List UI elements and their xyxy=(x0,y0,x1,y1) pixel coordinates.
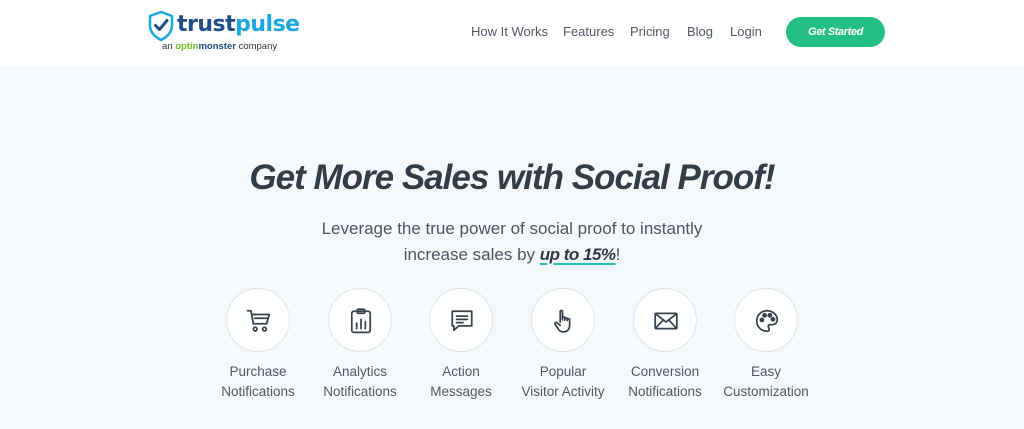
feature-icon-circle xyxy=(734,288,798,352)
feature-label-line1: Conversion xyxy=(630,364,700,379)
logo-tagline: an optinmonster company xyxy=(162,41,277,53)
trustpulse-logo[interactable]: trustpulse an optinmonster company xyxy=(148,9,300,55)
feature-icon-circle xyxy=(429,288,493,352)
feature-label-line2: Messages xyxy=(430,384,492,399)
feature-label-line1: Purchase xyxy=(229,364,287,379)
nav-features[interactable]: Features xyxy=(563,23,614,41)
palette-icon xyxy=(755,309,779,333)
tagline-brand1: optin xyxy=(175,41,199,52)
feature-label-line2: Visitor Activity xyxy=(521,384,605,399)
feature-label-line2: Notifications xyxy=(628,384,702,399)
envelope-icon xyxy=(654,312,678,330)
subtitle-highlight: up to 15% xyxy=(539,245,616,264)
nav-how-it-works[interactable]: How It Works xyxy=(471,23,548,41)
subtitle-line2-pre: increase sales by xyxy=(403,245,536,264)
hero-subtitle: Leverage the true power of social proof … xyxy=(262,216,762,268)
logo-wordmark: trustpulse xyxy=(177,10,300,40)
feature-label-line1: Popular xyxy=(539,364,587,379)
feature-label-line2: Customization xyxy=(723,384,809,399)
get-started-button[interactable]: Get Started xyxy=(786,17,885,47)
subtitle-line2-post: ! xyxy=(615,245,621,264)
feature-label-line2: Notifications xyxy=(221,384,295,399)
hero-headline: Get More Sales with Social Proof! xyxy=(249,158,775,197)
hero-section: Get More Sales with Social Proof! Levera… xyxy=(0,66,1024,429)
feature-label-line1: Action xyxy=(442,364,480,379)
feature-icon-circle xyxy=(226,288,290,352)
shield-check-icon xyxy=(148,11,174,41)
nav-login[interactable]: Login xyxy=(730,23,762,41)
feature-label-line2: Notifications xyxy=(323,384,397,399)
feature-label-line1: Analytics xyxy=(332,364,388,379)
logo-word-part2: pulse xyxy=(235,12,300,37)
tagline-post: company xyxy=(238,41,278,52)
feature-label-line1: Easy xyxy=(750,364,781,379)
feature-label: Easy Customization xyxy=(704,362,828,402)
feature-icon-circle xyxy=(531,288,595,352)
pointer-hand-icon xyxy=(554,309,571,333)
feature-icon-circle xyxy=(328,288,392,352)
clipboard-chart-icon xyxy=(350,308,372,334)
nav-pricing[interactable]: Pricing xyxy=(630,23,670,41)
site-header: trustpulse an optinmonster company How I… xyxy=(0,0,1024,66)
tagline-pre: an xyxy=(162,41,173,52)
logo-word-part1: trust xyxy=(177,12,236,37)
message-icon xyxy=(451,310,473,332)
nav-blog[interactable]: Blog xyxy=(687,23,713,41)
subtitle-line1: Leverage the true power of social proof … xyxy=(321,219,703,238)
tagline-brand2: monster xyxy=(198,41,236,52)
cart-icon xyxy=(246,309,271,332)
feature-icon-circle xyxy=(633,288,697,352)
